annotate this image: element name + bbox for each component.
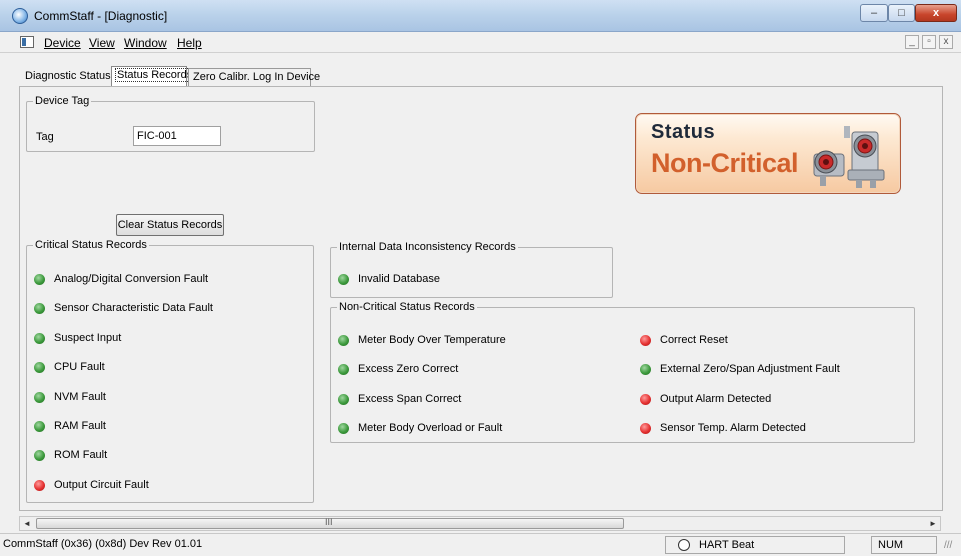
non_critical.right-record-label: Sensor Temp. Alarm Detected (660, 421, 806, 434)
non_critical.right-record-label: External Zero/Span Adjustment Fault (660, 363, 840, 376)
app-window: CommStaff - [Diagnostic] – □ x Device Vi… (0, 0, 961, 556)
mdi-restore-button[interactable]: ▫ (922, 35, 936, 49)
critical-status-legend: Critical Status Records (35, 239, 147, 251)
menu-window-label: Window (124, 36, 167, 50)
non_critical.left-record-label: Meter Body Over Temperature (358, 334, 506, 346)
menu-view[interactable]: View (89, 36, 115, 50)
internal-data-legend: Internal Data Inconsistency Records (339, 241, 516, 253)
internal.items-record-label: Invalid Database (358, 273, 440, 285)
num-lock-panel: NUM (871, 536, 937, 554)
minimize-button[interactable]: – (860, 4, 888, 22)
menu-help[interactable]: Help (177, 36, 202, 50)
menu-view-label: View (89, 36, 115, 50)
menu-bar: Device View Window Help _ ▫ x (0, 32, 961, 53)
green-status-led-icon (338, 364, 349, 376)
status-records-page: Device Tag Tag Status Non-Critical (19, 86, 943, 511)
non_critical.right-record-label: Correct Reset (660, 334, 728, 346)
critical.items-record-label: Analog/Digital Conversion Fault (54, 273, 209, 285)
transmitter-icon (813, 126, 885, 188)
critical.items-record-label: NVM Fault (54, 390, 106, 403)
green-status-led-icon (34, 332, 45, 344)
tab-diagnostic-status[interactable]: Diagnostic Status (25, 68, 111, 87)
critical-status-group: Critical Status Records Analog/Digital C… (26, 239, 314, 503)
hart-beat-panel: HART Beat (665, 536, 845, 554)
non_critical.left-record-label: Excess Span Correct (358, 392, 462, 405)
tag-label: Tag (36, 131, 54, 143)
green-status-led-icon (34, 421, 45, 432)
non_critical.right-record-label: Output Alarm Detected (660, 392, 772, 405)
red-status-led-icon (640, 422, 651, 434)
tab-status-records[interactable]: Status Records (111, 66, 195, 87)
resize-grip-icon[interactable]: /// (944, 540, 952, 551)
green-status-led-icon (640, 364, 651, 376)
red-status-led-icon (640, 335, 651, 346)
red-status-led-icon (34, 479, 45, 491)
status-word: Status (651, 121, 716, 143)
maximize-button[interactable]: □ (888, 4, 915, 22)
hart-beat-icon (678, 539, 690, 551)
close-button[interactable]: x (915, 4, 957, 22)
scroll-left-icon[interactable]: ◄ (20, 517, 34, 530)
green-status-led-icon (34, 362, 45, 374)
tab-status-records-label: Status Records (114, 68, 195, 82)
internal-data-group: Internal Data Inconsistency Records Inva… (330, 241, 613, 298)
critical.items-record-label: Suspect Input (54, 331, 122, 344)
critical.items-record-label: RAM Fault (54, 420, 106, 432)
critical.items-record-label: CPU Fault (54, 361, 105, 374)
green-status-led-icon (34, 303, 45, 315)
green-status-led-icon (34, 450, 45, 462)
menu-window[interactable]: Window (124, 36, 167, 50)
scroll-grip-icon: III (325, 517, 333, 527)
mdi-minimize-button[interactable]: _ (905, 35, 919, 49)
menu-device-label: Device (44, 36, 81, 50)
scrollbar-thumb[interactable]: III (36, 517, 624, 529)
green-status-led-icon (34, 274, 45, 285)
critical.items-record-label: ROM Fault (54, 449, 108, 462)
num-lock-label: NUM (878, 539, 904, 551)
non-critical-status-legend: Non-Critical Status Records (339, 301, 475, 313)
menu-help-label: Help (177, 36, 202, 50)
non-critical-status-group: Non-Critical Status Records Meter Body O… (330, 301, 915, 443)
device-tag-legend: Device Tag (35, 95, 90, 107)
non_critical.left-record-label: Meter Body Overload or Fault (358, 421, 503, 434)
clear-status-records-button[interactable]: Clear Status Records (116, 214, 224, 236)
hart-beat-label: HART Beat (699, 539, 755, 551)
tag-input[interactable] (133, 126, 221, 146)
tab-zero-calibr-log[interactable]: Zero Calibr. Log In Device (188, 68, 320, 87)
device-tag-group: Device Tag Tag (26, 95, 315, 152)
green-status-led-icon (338, 393, 349, 405)
device-info-text: CommStaff (0x36) (0x8d) Dev Rev 01.01 (3, 538, 203, 550)
app-icon (12, 8, 28, 24)
green-status-led-icon (338, 274, 349, 285)
critical.items-record-label: Output Circuit Fault (54, 478, 149, 491)
scroll-right-icon[interactable]: ► (926, 517, 940, 530)
status-value: Non-Critical (651, 148, 799, 178)
green-status-led-icon (34, 391, 45, 403)
document-icon[interactable] (20, 36, 34, 48)
status-bar: CommStaff (0x36) (0x8d) Dev Rev 01.01 HA… (0, 533, 961, 556)
non_critical.left-record-label: Excess Zero Correct (358, 363, 459, 376)
green-status-led-icon (338, 422, 349, 434)
horizontal-scrollbar[interactable]: ◄ III ► (19, 516, 941, 531)
mdi-close-button[interactable]: x (939, 35, 953, 49)
menu-device[interactable]: Device (44, 36, 81, 50)
critical.items-record-label: Sensor Characteristic Data Fault (54, 302, 213, 315)
status-indicator: Status Non-Critical (635, 113, 901, 194)
window-title: CommStaff - [Diagnostic] (34, 9, 168, 23)
green-status-led-icon (338, 335, 349, 346)
title-bar[interactable]: CommStaff - [Diagnostic] – □ x (0, 0, 961, 32)
red-status-led-icon (640, 393, 651, 405)
